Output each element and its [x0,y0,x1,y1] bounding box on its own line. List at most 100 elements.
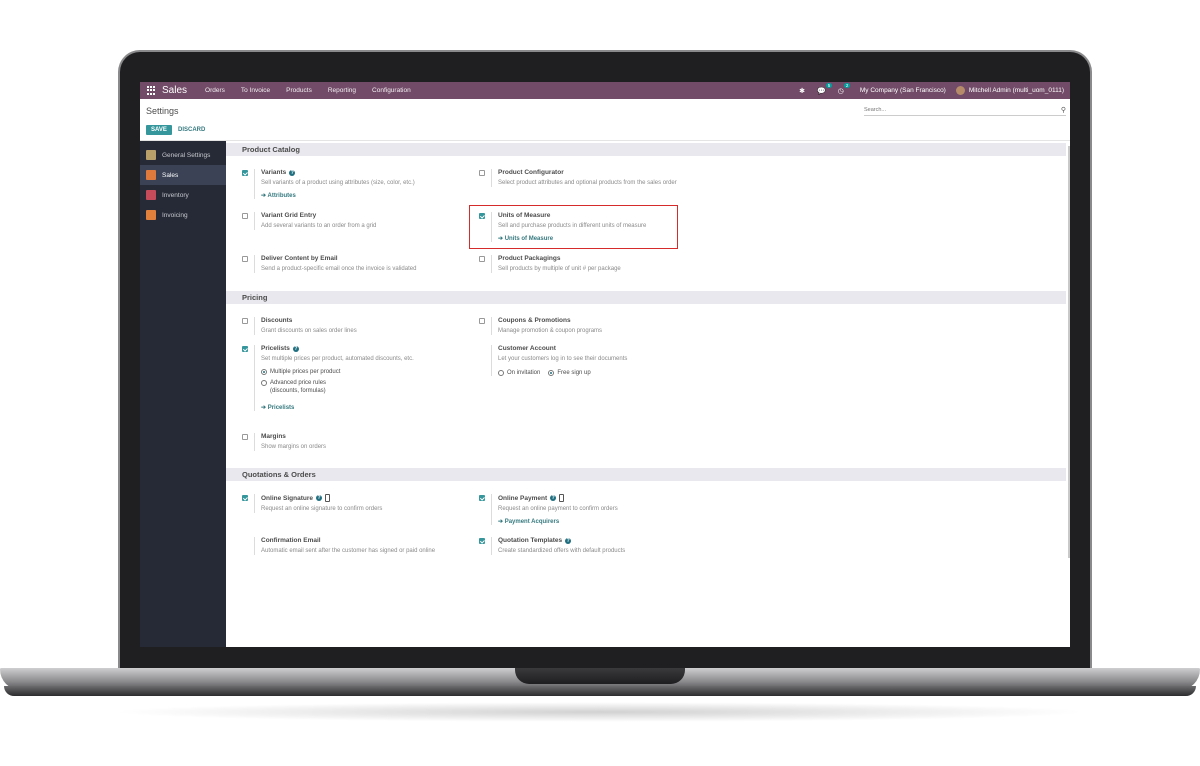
sidebar-item-inventory[interactable]: Inventory [140,185,226,205]
setting-title: Online Signature? [261,494,469,502]
link-label: Attributes [267,193,296,199]
discard-button[interactable]: DISCARD [178,127,205,133]
laptop-base-lip [4,686,1196,696]
apps-grid-icon[interactable] [147,86,156,95]
discounts-title: Discounts [261,317,293,324]
help-icon[interactable]: ? [292,345,299,352]
pricelists-title: Pricelists [261,345,290,352]
gear-icon [146,150,156,160]
product-configurator-checkbox[interactable] [479,170,485,176]
deliver-email-checkbox[interactable] [242,256,248,262]
help-icon[interactable]: ? [565,537,572,544]
setting-body: Quotation Templates? Create standardized… [491,537,706,555]
packagings-checkbox[interactable] [479,256,485,262]
coupons-title: Coupons & Promotions [498,317,571,324]
pricelists-link[interactable]: ➔ Pricelists [261,404,294,411]
menu-to-invoice[interactable]: To Invoice [241,87,270,94]
company-switcher[interactable]: My Company (San Francisco) [860,87,946,94]
packagings-desc: Sell products by multiple of unit # per … [498,266,621,272]
radio-free-sign-up[interactable] [548,370,555,376]
radio-advanced-rules[interactable] [261,380,267,386]
variant-grid-checkbox[interactable] [242,213,248,219]
product-configurator-title: Product Configurator [498,169,564,176]
variants-checkbox[interactable] [242,170,248,176]
help-icon[interactable]: ? [289,169,296,176]
sidebar-item-label: Sales [162,171,179,179]
clock-icon[interactable]: ◷ 2 [838,82,850,95]
menu-orders[interactable]: Orders [205,87,225,94]
setting-body: Customer Account Let your customers log … [491,345,706,376]
confirmation-email-title: Confirmation Email [261,537,321,544]
confirmation-email-desc: Automatic email sent after the customer … [261,548,436,554]
setting-body: Confirmation Email Automatic email sent … [254,537,469,555]
discounts-checkbox[interactable] [242,318,248,324]
setting-title: Variants? [261,169,469,176]
sidebar-item-invoicing[interactable]: Invoicing [140,205,226,225]
help-icon[interactable]: ? [316,495,323,501]
activities-badge: 2 [844,82,850,88]
sidebar-item-sales[interactable]: Sales [140,165,226,185]
radio-label-sub: (discounts, formulas) [270,388,326,394]
search-box: ⚲ [864,103,1066,116]
pricelist-option-multiple[interactable]: Multiple prices per product [261,368,469,376]
pricelists-checkbox[interactable] [242,346,248,352]
chat-icon[interactable]: 💬 5 [817,82,832,95]
setting-title: Pricelists? [261,345,469,352]
menu-reporting[interactable]: Reporting [328,87,356,94]
online-signature-checkbox[interactable] [242,495,248,501]
menu-products[interactable]: Products [286,87,312,94]
section-pricing: Pricing [226,291,1066,304]
radio-label: On invitation [507,369,541,376]
variants-title: Variants [261,169,287,176]
setting-body: Variant Grid Entry Add several variants … [254,212,469,230]
save-button[interactable]: SAVE [146,125,172,135]
arrow-right-icon: ➔ [498,519,504,525]
invoice-icon [146,210,156,220]
control-panel: Settings SAVE DISCARD ⚲ [140,99,1070,141]
variants-desc: Sell variants of a product using attribu… [261,180,415,186]
pricelists-desc: Set multiple prices per product, automat… [261,356,414,362]
page-title: Settings [146,106,179,116]
sidebar-item-general-settings[interactable]: General Settings [140,145,226,165]
attributes-link[interactable]: ➔ Attributes [261,192,296,199]
arrow-right-icon: ➔ [261,193,267,199]
online-payment-checkbox[interactable] [479,495,485,501]
online-payment-desc: Request an online payment to confirm ord… [498,506,618,512]
search-icon[interactable]: ⚲ [1061,106,1066,114]
coupons-checkbox[interactable] [479,318,485,324]
setting-body: Online Payment? Request an online paymen… [491,494,706,525]
messages-badge: 5 [826,82,832,88]
option-on-invitation[interactable]: On invitation [498,369,540,376]
search-input[interactable] [864,103,1054,113]
help-icon[interactable]: ? [550,495,557,501]
setting-body: Product Packagings Sell products by mult… [491,255,706,273]
pricelist-option-advanced[interactable]: Advanced price rules (discounts, formula… [261,379,469,395]
sidebar-item-label: General Settings [162,151,211,159]
setting-body: Pricelists? Set multiple prices per prod… [254,345,469,411]
radio-label: Multiple prices per product [270,369,341,375]
margins-checkbox[interactable] [242,434,248,440]
setting-title: Quotation Templates? [498,537,706,544]
settings-sidebar: General Settings Sales Inventory Invoici… [140,141,226,647]
bug-icon[interactable]: ✱ [799,87,805,95]
section-product-catalog: Product Catalog [226,143,1066,156]
quotation-templates-checkbox[interactable] [479,538,485,544]
navbar-right: ✱ 💬 5 ◷ 2 My Company (San Francisco) Mitch… [793,82,1070,95]
coupons-desc: Manage promotion & coupon programs [498,328,603,334]
menu-configuration[interactable]: Configuration [372,87,411,94]
radio-on-invitation[interactable] [498,370,504,376]
app-name[interactable]: Sales [162,85,187,96]
scrollbar[interactable] [1068,146,1070,558]
radio-multiple-prices[interactable] [261,369,267,375]
sidebar-item-label: Invoicing [162,211,188,219]
link-label: Pricelists [267,405,295,411]
link-label: Payment Acquirers [504,519,560,525]
setting-body: Product Configurator Select product attr… [491,169,706,187]
arrow-right-icon: ➔ [261,405,267,411]
payment-acquirers-link[interactable]: ➔ Payment Acquirers [498,518,559,525]
avatar[interactable] [955,86,965,95]
user-menu[interactable]: Mitchell Admin (multi_uom_0111) [969,87,1064,94]
quotation-templates-desc: Create standardized offers with default … [498,548,626,554]
setting-body: Discounts Grant discounts on sales order… [254,317,469,335]
option-free-sign-up[interactable]: Free sign up [548,369,591,376]
